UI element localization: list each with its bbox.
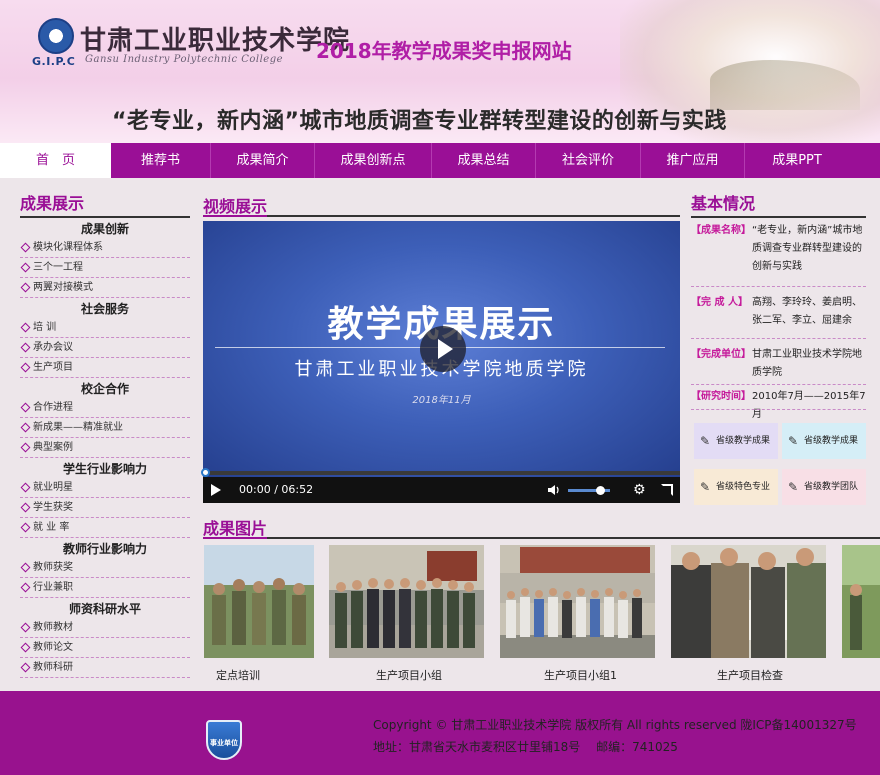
- left-section-title: 成果展示: [20, 194, 85, 213]
- right-sidebar: 基本情况: [691, 193, 866, 218]
- photo-caption: 生产项目检查: [717, 669, 783, 682]
- fullscreen-icon[interactable]: [661, 484, 673, 496]
- nav-item-recommendation[interactable]: 推荐书: [111, 143, 210, 178]
- video-section-title: 视频展示: [203, 197, 268, 216]
- video-progress-bar[interactable]: [201, 468, 680, 477]
- nav-item-ppt[interactable]: 成果PPT: [745, 143, 849, 178]
- left-sidebar: 成果展示 成果创新模块化课程体系 三个一工程 两翼对接模式社会服务培 训承办会议 生产…: [20, 193, 190, 678]
- left-list-item[interactable]: 承办会议: [20, 338, 190, 358]
- badge-featured-major[interactable]: 省级特色专业: [694, 469, 778, 505]
- left-list-item[interactable]: 典型案例: [20, 438, 190, 458]
- right-section-divider: [691, 216, 866, 218]
- college-emblem-icon: [38, 18, 74, 54]
- left-group-title: 教师行业影响力: [62, 542, 147, 556]
- photos-section-title: 成果图片: [203, 519, 268, 538]
- site-title: 2018年教学成果奖申报网站: [316, 39, 572, 63]
- logo-college-name: 甘肃工业职业技术学院: [80, 26, 351, 56]
- video-controls: 00:00 / 06:52 ⚙: [203, 477, 680, 503]
- video-screen[interactable]: 教学成果展示 甘肃工业职业技术学院地质学院 2018年11月: [203, 221, 680, 477]
- left-group-title: 校企合作: [80, 382, 129, 396]
- photo-project-group-1[interactable]: [500, 545, 655, 658]
- volume-knob[interactable]: [595, 486, 605, 495]
- left-list-item[interactable]: 培 训: [20, 318, 190, 338]
- project-title: “老专业，新内涵”城市地质调查专业群转型建设的创新与实践: [112, 109, 727, 134]
- play-icon[interactable]: [211, 484, 221, 496]
- photo-partial[interactable]: [842, 545, 880, 658]
- left-list-item[interactable]: 行业兼职: [20, 578, 190, 598]
- photos-section-divider: [203, 537, 880, 539]
- left-section-divider: [20, 216, 190, 218]
- left-list-item[interactable]: 三个一工程: [20, 258, 190, 278]
- left-group-title: 成果创新: [80, 222, 129, 236]
- left-list-item[interactable]: 就 业 率: [20, 518, 190, 538]
- video-section-divider: [203, 215, 680, 217]
- logo-abbr: G.I.P.C: [32, 55, 76, 68]
- left-list-item[interactable]: 学生获奖: [20, 498, 190, 518]
- nav-item-evaluation[interactable]: 社会评价: [536, 143, 640, 178]
- photo-caption: 生产项目小组: [376, 669, 442, 682]
- video-player[interactable]: 教学成果展示 甘肃工业职业技术学院地质学院 2018年11月 00:00 / 0…: [201, 221, 680, 503]
- footer-address: 地址：甘肃省天水市麦积区廿里铺18号 邮编：741025: [373, 740, 678, 754]
- badge-provincial-award-1[interactable]: 省级教学成果奖一: [694, 423, 778, 482]
- page-footer: 事业单位: [0, 691, 880, 775]
- left-list-item[interactable]: 就业明星: [20, 478, 190, 498]
- logo-college-name-en: Gansu Industry Polytechnic College: [85, 54, 284, 65]
- left-list-item[interactable]: 教师科研: [20, 658, 190, 678]
- photo-caption: 生产项目小组1: [544, 669, 617, 682]
- gear-icon[interactable]: ⚙: [633, 477, 646, 503]
- left-group-title: 社会服务: [80, 302, 129, 316]
- nav-item-innovation[interactable]: 成果创新点: [315, 143, 431, 178]
- photo-caption: 定点培训: [216, 669, 260, 682]
- left-list-item[interactable]: 教师获奖: [20, 558, 190, 578]
- video-time: 00:00 / 06:52: [239, 483, 314, 496]
- nav-item-summary[interactable]: 成果简介: [211, 143, 314, 178]
- left-list-item[interactable]: 生产项目: [20, 358, 190, 378]
- photo-training[interactable]: [204, 545, 314, 658]
- left-list-item[interactable]: 模块化课程体系: [20, 238, 190, 258]
- info-row-unit: 【完成单位】 甘肃工业职业技术学院地质学院: [691, 349, 862, 378]
- info-row-people: 【完 成 人】 高翔、李玲玲、姜启明、张二军、李立、屈建余: [691, 297, 862, 326]
- photo-project-group[interactable]: [329, 545, 484, 658]
- progress-knob[interactable]: [201, 468, 210, 477]
- right-section-title: 基本情况: [691, 194, 756, 213]
- page-header: G.I.P.C 甘肃工业职业技术学院 Gansu Industry Polyte…: [0, 0, 880, 143]
- info-row-name: 【成果名称】 “老专业，新内涵”城市地质调查专业群转型建设的创新与实践: [691, 225, 863, 272]
- left-list-item[interactable]: 教师论文: [20, 638, 190, 658]
- info-row-period: 【研究时间】 2010年7月——2015年7月: [691, 391, 866, 420]
- main-nav: 首 页 推荐书 成果简介 成果创新点 成果总结 社会评价 推广应用 成果PPT: [0, 143, 880, 178]
- nav-item-home[interactable]: 首 页: [0, 143, 111, 178]
- big-play-icon[interactable]: [420, 326, 466, 372]
- footer-copyright: Copyright © 甘肃工业职业技术学院 版权所有 All rights r…: [373, 718, 857, 732]
- left-list-item[interactable]: 新成果——精准就业: [20, 418, 190, 438]
- badge-provincial-award-2[interactable]: 省级教学成果奖二: [782, 423, 866, 482]
- nav-item-promotion[interactable]: 推广应用: [641, 143, 744, 178]
- nav-item-conclusion[interactable]: 成果总结: [432, 143, 535, 178]
- left-list-item[interactable]: 两翼对接模式: [20, 278, 190, 298]
- left-list-item[interactable]: 教师教材: [20, 618, 190, 638]
- left-list-item[interactable]: 合作进程: [20, 398, 190, 418]
- photo-project-inspection[interactable]: [671, 545, 826, 658]
- volume-icon[interactable]: [548, 484, 560, 496]
- slide-date: 2018年11月: [412, 395, 471, 406]
- badge-teaching-team[interactable]: 省级教学团队: [782, 469, 866, 505]
- left-group-title: 学生行业影响力: [62, 462, 147, 476]
- public-institution-badge-icon[interactable]: 事业单位: [206, 720, 242, 760]
- left-group-title: 师资科研水平: [68, 602, 141, 616]
